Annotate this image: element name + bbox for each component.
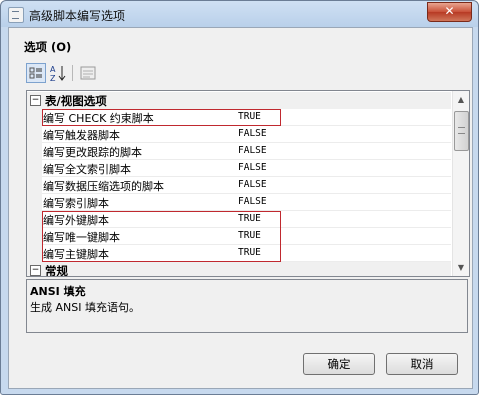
app-icon	[8, 7, 24, 23]
row-gutter	[27, 194, 42, 211]
row-gutter	[27, 228, 42, 245]
toolbar-separator	[72, 65, 73, 81]
property-name: 编写数据压缩选项的脚本	[43, 180, 164, 193]
row-gutter	[27, 143, 42, 160]
category-row-general[interactable]: − 常规	[27, 262, 451, 276]
scroll-up-icon[interactable]: ▲	[453, 91, 469, 108]
property-row[interactable]: 编写触发器脚本 FALSE	[27, 126, 451, 143]
collapse-toggle-icon[interactable]: −	[30, 265, 41, 276]
collapse-toggle-icon[interactable]: −	[30, 95, 41, 106]
category-row-table-view[interactable]: − 表/视图选项	[27, 92, 451, 109]
scroll-thumb[interactable]	[454, 111, 469, 151]
svg-text:A: A	[50, 65, 56, 74]
description-text: 生成 ANSI 填充语句。	[30, 301, 140, 314]
svg-text:Z: Z	[50, 74, 56, 83]
property-value[interactable]: FALSE	[238, 145, 267, 156]
property-name: 编写触发器脚本	[43, 129, 120, 142]
property-row[interactable]: 编写数据压缩选项的脚本 FALSE	[27, 177, 451, 194]
vertical-scrollbar[interactable]: ▲ ▼	[452, 91, 469, 276]
ok-button[interactable]: 确定	[303, 353, 375, 375]
annotation-box-check	[42, 109, 281, 126]
property-value[interactable]: FALSE	[238, 179, 267, 190]
row-gutter	[27, 160, 42, 177]
property-grid: − 表/视图选项 编写 CHECK 约束脚本 TRUE 编写触发器脚本 FALS…	[26, 90, 470, 277]
description-title: ANSI 填充	[30, 285, 86, 298]
close-button[interactable]: ✕	[427, 2, 472, 22]
property-name: 编写更改跟踪的脚本	[43, 146, 142, 159]
dialog-client: 选项 (O) A Z − 表/视图选项 编写 CHECK 约束脚本 TRUE 编…	[8, 27, 473, 389]
categorized-view-icon[interactable]	[26, 63, 46, 83]
property-name: 编写全文索引脚本	[43, 163, 131, 176]
scroll-down-icon[interactable]: ▼	[453, 259, 469, 276]
sort-az-icon[interactable]: A Z	[48, 63, 68, 83]
dialog-window: 高级脚本编写选项 ✕ 选项 (O) A Z − 表/视图选项 编写 CHECK …	[0, 0, 479, 395]
window-title: 高级脚本编写选项	[29, 9, 126, 23]
row-gutter	[27, 211, 42, 228]
row-gutter	[27, 177, 42, 194]
row-gutter	[27, 109, 42, 126]
property-row[interactable]: 编写更改跟踪的脚本 FALSE	[27, 143, 451, 160]
row-gutter	[27, 245, 42, 262]
description-panel: ANSI 填充 生成 ANSI 填充语句。	[26, 279, 468, 333]
property-value[interactable]: FALSE	[238, 162, 267, 173]
options-label: 选项 (O)	[24, 40, 72, 54]
title-bar[interactable]: 高级脚本编写选项 ✕	[1, 1, 478, 27]
property-pages-icon[interactable]	[78, 63, 98, 83]
category-label: 表/视图选项	[45, 94, 107, 108]
property-value[interactable]: FALSE	[238, 196, 267, 207]
property-row[interactable]: 编写索引脚本 FALSE	[27, 194, 451, 211]
row-gutter	[27, 126, 42, 143]
property-value[interactable]: FALSE	[238, 128, 267, 139]
cancel-button[interactable]: 取消	[386, 353, 458, 375]
category-label: 常规	[45, 264, 68, 276]
annotation-box-keys	[42, 211, 281, 262]
property-grid-rows: − 表/视图选项 编写 CHECK 约束脚本 TRUE 编写触发器脚本 FALS…	[27, 91, 451, 276]
property-name: 编写索引脚本	[43, 197, 109, 210]
property-row[interactable]: 编写全文索引脚本 FALSE	[27, 160, 451, 177]
